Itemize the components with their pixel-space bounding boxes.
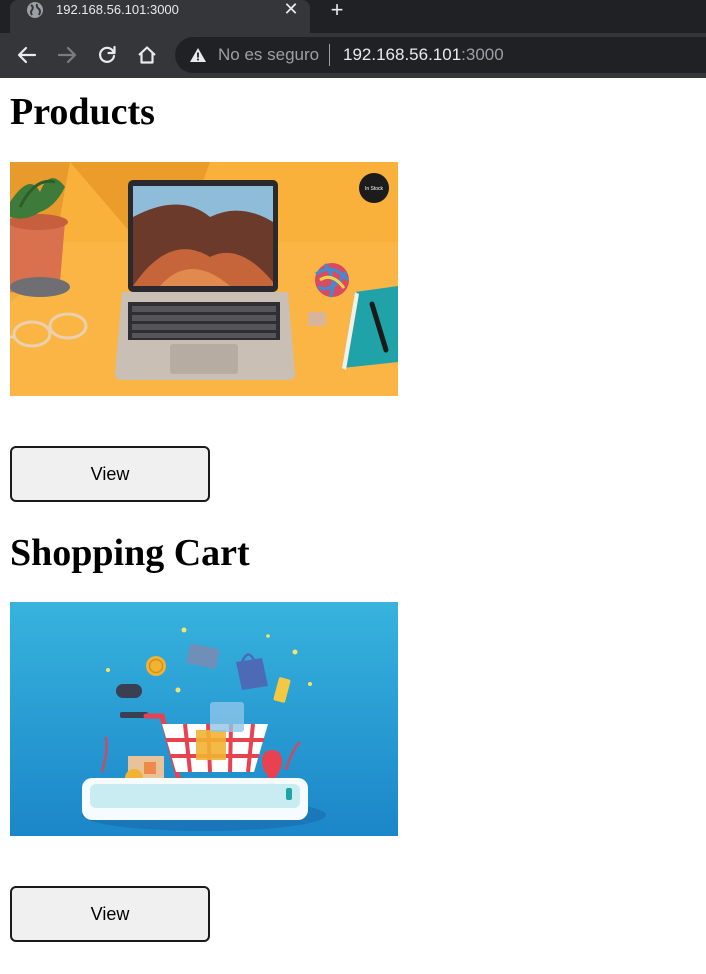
warning-icon[interactable] [189, 47, 207, 63]
products-view-button[interactable]: View [10, 446, 210, 502]
back-arrow-icon[interactable] [16, 44, 38, 66]
shopping-cart-view-button[interactable]: View [10, 886, 210, 942]
url-text[interactable]: 192.168.56.101:3000 [343, 45, 504, 65]
tab-title: 192.168.56.101:3000 [56, 2, 179, 17]
products-image: In Stock [10, 162, 398, 396]
address-divider [329, 44, 330, 66]
new-tab-icon[interactable]: + [326, 0, 348, 22]
browser-tabstrip: 192.168.56.101:3000 ✕ + [0, 0, 706, 33]
home-icon[interactable] [136, 44, 158, 66]
shopping-cart-heading: Shopping Cart [10, 532, 250, 574]
url-port: :3000 [461, 45, 504, 64]
security-label[interactable]: No es seguro [218, 45, 319, 65]
address-bar[interactable]: No es seguro 192.168.56.101:3000 [175, 37, 706, 73]
in-stock-badge: In Stock [365, 186, 384, 192]
laptop-desk-photo: In Stock [10, 162, 398, 396]
reload-icon[interactable] [96, 44, 118, 66]
url-host: 192.168.56.101 [343, 45, 462, 64]
globe-icon [27, 2, 43, 18]
products-heading: Products [10, 91, 155, 133]
browser-tab[interactable]: 192.168.56.101:3000 ✕ [10, 0, 310, 33]
close-tab-icon[interactable]: ✕ [282, 0, 300, 18]
forward-arrow-icon[interactable] [56, 44, 78, 66]
browser-toolbar: No es seguro 192.168.56.101:3000 [0, 33, 706, 78]
shopping-cart-image [10, 602, 398, 836]
shopping-cart-illustration [10, 602, 398, 836]
